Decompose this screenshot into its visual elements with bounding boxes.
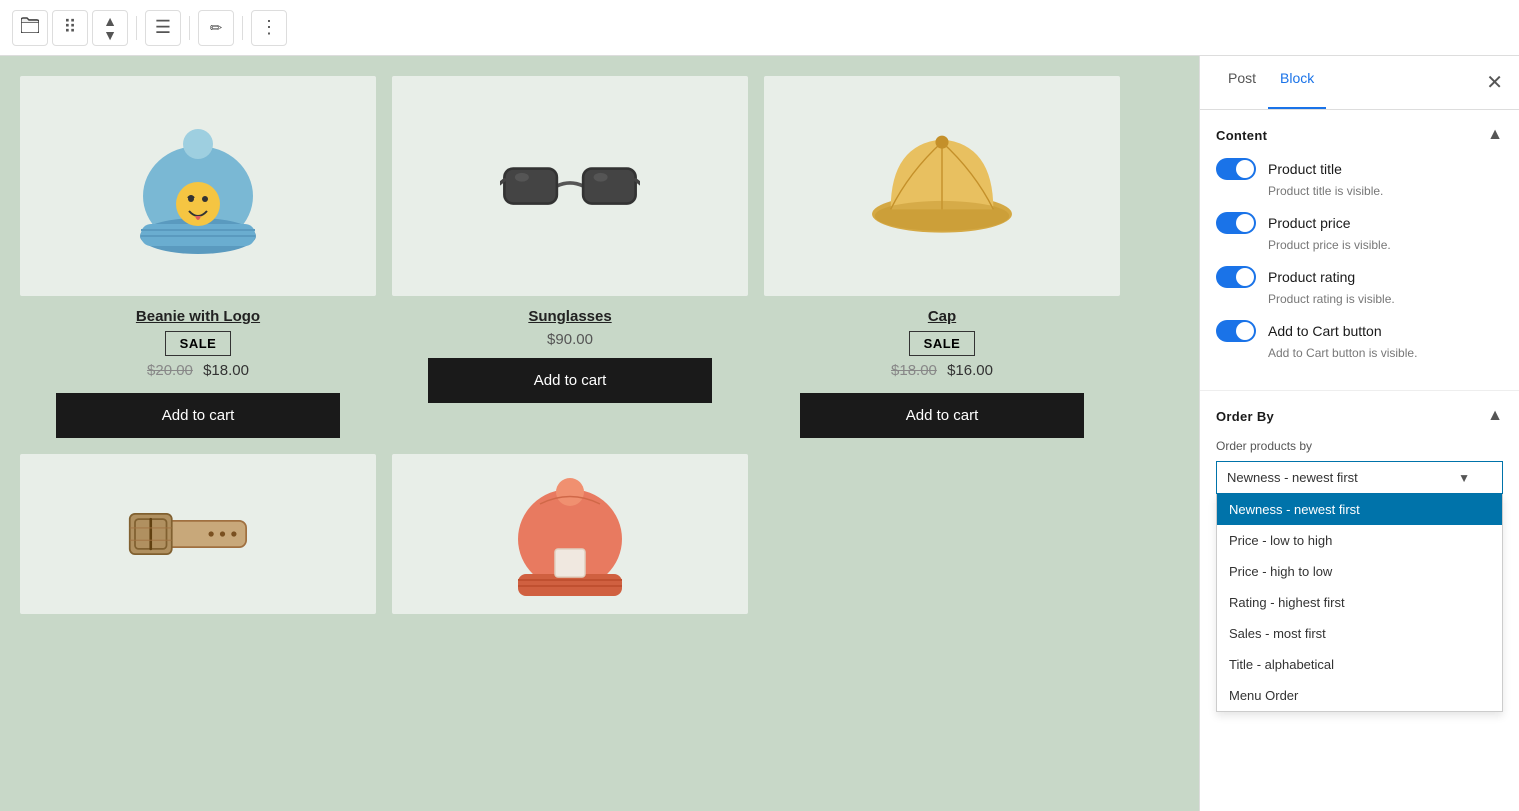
sale-badge-beanie-logo: SALE <box>165 331 232 356</box>
add-to-cart-desc: Add to Cart button is visible. <box>1216 346 1503 360</box>
close-button[interactable]: ✕ <box>1486 56 1503 109</box>
list-button[interactable]: ☰ <box>145 10 181 46</box>
dropdown-option-sales[interactable]: Sales - most first <box>1217 618 1502 649</box>
arrows-icon: ▲▼ <box>103 14 117 42</box>
dropdown-option-price-low[interactable]: Price - low to high <box>1217 525 1502 556</box>
order-products-label: Order products by <box>1216 439 1503 453</box>
edit-icon: ✏ <box>210 19 223 37</box>
product-image-beanie-logo <box>20 76 376 296</box>
product-rating-label: Product rating <box>1268 269 1355 285</box>
product-rating-row: Product rating <box>1216 266 1503 288</box>
add-to-cart-label: Add to Cart button <box>1268 323 1382 339</box>
folder-icon <box>21 17 39 38</box>
editor-canvas: Beanie with Logo SALE $20.00 $18.00 Add … <box>0 56 1199 811</box>
product-price-desc: Product price is visible. <box>1216 238 1503 252</box>
dropdown-option-rating[interactable]: Rating - highest first <box>1217 587 1502 618</box>
product-title-label: Product title <box>1268 161 1342 177</box>
sale-price-cap: $16.00 <box>947 362 993 379</box>
original-price-cap: $18.00 <box>891 362 937 379</box>
beanie-orange-illustration <box>500 464 640 604</box>
product-rating-toggle[interactable] <box>1216 266 1256 288</box>
dropdown-option-price-high[interactable]: Price - high to low <box>1217 556 1502 587</box>
more-icon: ⋮ <box>260 17 278 38</box>
add-to-cart-toggle[interactable] <box>1216 320 1256 342</box>
separator-2 <box>189 16 190 40</box>
content-section-header: Content ▲ <box>1216 126 1503 144</box>
product-price-row: Product price <box>1216 212 1503 234</box>
main-layout: Beanie with Logo SALE $20.00 $18.00 Add … <box>0 56 1519 811</box>
sale-price-beanie-logo: $18.00 <box>203 362 249 379</box>
sunglasses-illustration <box>500 116 640 256</box>
drag-button[interactable]: ⠿ <box>52 10 88 46</box>
post-tab[interactable]: Post <box>1216 56 1268 109</box>
dropdown-option-menu[interactable]: Menu Order <box>1217 680 1502 711</box>
drag-icon: ⠿ <box>63 17 76 38</box>
product-card-beanie-logo: Beanie with Logo SALE $20.00 $18.00 Add … <box>20 76 376 438</box>
product-title-desc: Product title is visible. <box>1216 184 1503 198</box>
more-button[interactable]: ⋮ <box>251 10 287 46</box>
product-image-sunglasses <box>392 76 748 296</box>
order-by-header: Order By ▲ <box>1216 407 1503 425</box>
order-by-selected-value: Newness - newest first <box>1227 470 1358 485</box>
beanie-blue-illustration <box>128 116 268 256</box>
sale-badge-cap: SALE <box>909 331 976 356</box>
price-cap: $18.00 $16.00 <box>891 362 993 379</box>
add-to-cart-row: Add to Cart button <box>1216 320 1503 342</box>
product-title-toggle[interactable] <box>1216 158 1256 180</box>
edit-button[interactable]: ✏ <box>198 10 234 46</box>
product-grid: Beanie with Logo SALE $20.00 $18.00 Add … <box>20 76 1120 626</box>
product-price-label: Product price <box>1268 215 1350 231</box>
order-by-dropdown: Newness - newest first Price - low to hi… <box>1216 494 1503 712</box>
dropdown-option-title[interactable]: Title - alphabetical <box>1217 649 1502 680</box>
arrows-button[interactable]: ▲▼ <box>92 10 128 46</box>
folder-button[interactable] <box>12 10 48 46</box>
block-tab[interactable]: Block <box>1268 56 1326 109</box>
dropdown-option-newness[interactable]: Newness - newest first <box>1217 494 1502 525</box>
collapse-order-icon[interactable]: ▲ <box>1487 407 1503 425</box>
order-by-section: Order By ▲ Order products by Newness - n… <box>1200 391 1519 510</box>
price-beanie-logo: $20.00 $18.00 <box>147 362 249 379</box>
right-sidebar: Post Block ✕ Content ▲ Product title Pro… <box>1199 56 1519 811</box>
belt-illustration <box>128 464 268 604</box>
product-card-sunglasses: Sunglasses $90.00 Add to cart <box>392 76 748 438</box>
editor-toolbar: ⠿ ▲▼ ☰ ✏ ⋮ <box>0 0 1519 56</box>
separator-1 <box>136 16 137 40</box>
cap-illustration <box>872 116 1012 256</box>
product-image-cap <box>764 76 1120 296</box>
add-to-cart-beanie-logo[interactable]: Add to cart <box>56 393 341 438</box>
product-image-beanie-orange <box>392 454 748 614</box>
product-title-row: Product title <box>1216 158 1503 180</box>
product-image-belt <box>20 454 376 614</box>
content-section: Content ▲ Product title Product title is… <box>1200 110 1519 391</box>
chevron-down-icon: ▼ <box>1458 471 1470 485</box>
content-section-title: Content <box>1216 128 1267 143</box>
add-to-cart-cap[interactable]: Add to cart <box>800 393 1085 438</box>
collapse-content-icon[interactable]: ▲ <box>1487 126 1503 144</box>
sidebar-tabs: Post Block ✕ <box>1200 56 1519 110</box>
product-card-beanie-orange <box>392 454 748 626</box>
product-rating-desc: Product rating is visible. <box>1216 292 1503 306</box>
product-name-beanie-logo: Beanie with Logo <box>136 308 260 325</box>
order-by-select-wrapper: Newness - newest first ▼ Newness - newes… <box>1216 461 1503 494</box>
list-icon: ☰ <box>155 17 171 38</box>
product-name-sunglasses: Sunglasses <box>528 308 611 325</box>
product-name-cap: Cap <box>928 308 956 325</box>
price-sunglasses: $90.00 <box>547 331 593 348</box>
add-to-cart-sunglasses[interactable]: Add to cart <box>428 358 713 403</box>
separator-3 <box>242 16 243 40</box>
original-price-beanie-logo: $20.00 <box>147 362 193 379</box>
order-by-title: Order By <box>1216 409 1274 424</box>
product-card-belt <box>20 454 376 626</box>
product-price-toggle[interactable] <box>1216 212 1256 234</box>
order-by-select[interactable]: Newness - newest first ▼ <box>1216 461 1503 494</box>
product-card-cap: Cap SALE $18.00 $16.00 Add to cart <box>764 76 1120 438</box>
